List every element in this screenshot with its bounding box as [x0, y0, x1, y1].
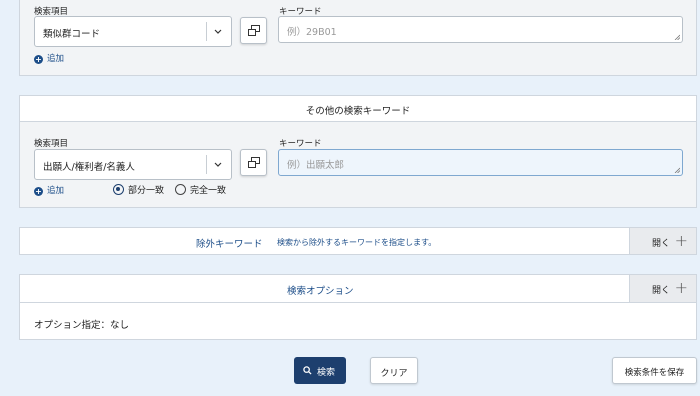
select-divider [206, 22, 207, 41]
copy-icon [248, 157, 260, 168]
clear-button[interactable]: クリア [370, 357, 418, 384]
search-options-title: 検索オプション [287, 286, 354, 297]
search-options-panel: 検索オプション 開く + オプション指定：なし [19, 274, 697, 340]
copy-icon [248, 25, 260, 36]
plus-circle-icon: + [34, 187, 43, 196]
exclude-title: 除外キーワード [196, 239, 263, 250]
clear-label: クリア [380, 369, 408, 379]
keyword-placeholder: 例）出願太郎 [287, 160, 345, 171]
resize-grip-icon [674, 34, 680, 40]
options-summary: オプション指定：なし [34, 320, 130, 331]
radio-exact-match[interactable]: 完全一致 [175, 183, 226, 196]
save-conditions-button[interactable]: 検索条件を保存 [612, 357, 697, 384]
field-label: 検索項目 [34, 139, 69, 149]
exclude-open-button[interactable]: 開く + [629, 228, 696, 254]
plus-icon: + [674, 231, 688, 250]
plus-icon: + [674, 278, 688, 297]
primary-search-panel: 検索項目 類似群コード キーワード 例）29B01 + 追加 [19, 0, 697, 76]
exclude-description: 検索から除外するキーワードを指定します。 [277, 238, 437, 247]
other-keyword-header: その他の検索キーワード [20, 96, 696, 122]
radio-label: 部分一致 [128, 186, 165, 196]
add-label: 追加 [47, 186, 65, 196]
select-value: 出願人/権利者/名義人 [43, 162, 135, 173]
radio-partial-match[interactable]: 部分一致 [113, 183, 164, 196]
other-keyword-panel: その他の検索キーワード 検索項目 出願人/権利者/名義人 キーワード 例）出願太… [19, 95, 697, 208]
add-label: 追加 [47, 54, 65, 64]
search-label: 検索 [317, 368, 336, 378]
radio-selected-icon [113, 184, 124, 195]
exclude-keyword-bar[interactable]: 除外キーワード 検索から除外するキーワードを指定します。 開く + [19, 227, 697, 255]
keyword-label: キーワード [279, 139, 322, 149]
plus-circle-icon: + [34, 55, 43, 64]
chevron-down-icon [214, 162, 222, 167]
search-options-header[interactable]: 検索オプション 開く + [20, 275, 696, 303]
search-icon [303, 366, 312, 375]
add-field-link[interactable]: + 追加 [34, 184, 64, 196]
open-label: 開く [652, 286, 671, 296]
search-field-select[interactable]: 出願人/権利者/名義人 [34, 149, 232, 180]
keyword-placeholder: 例）29B01 [287, 27, 337, 38]
copy-field-button[interactable] [240, 17, 267, 44]
keyword-input[interactable]: 例）29B01 [278, 16, 683, 43]
radio-unselected-icon [175, 184, 186, 195]
search-field-select[interactable]: 類似群コード [34, 16, 232, 47]
save-label: 検索条件を保存 [624, 368, 685, 378]
add-field-link[interactable]: + 追加 [34, 52, 64, 64]
other-keyword-title: その他の検索キーワード [305, 106, 411, 117]
keyword-input[interactable]: 例）出願太郎 [278, 149, 683, 176]
select-value: 類似群コード [43, 29, 101, 40]
options-open-button[interactable]: 開く + [629, 275, 696, 302]
chevron-down-icon [214, 29, 222, 34]
radio-label: 完全一致 [190, 186, 227, 196]
copy-field-button[interactable] [240, 149, 267, 176]
select-divider [206, 155, 207, 174]
search-button[interactable]: 検索 [294, 357, 346, 384]
resize-grip-icon [674, 167, 680, 173]
open-label: 開く [652, 239, 671, 249]
